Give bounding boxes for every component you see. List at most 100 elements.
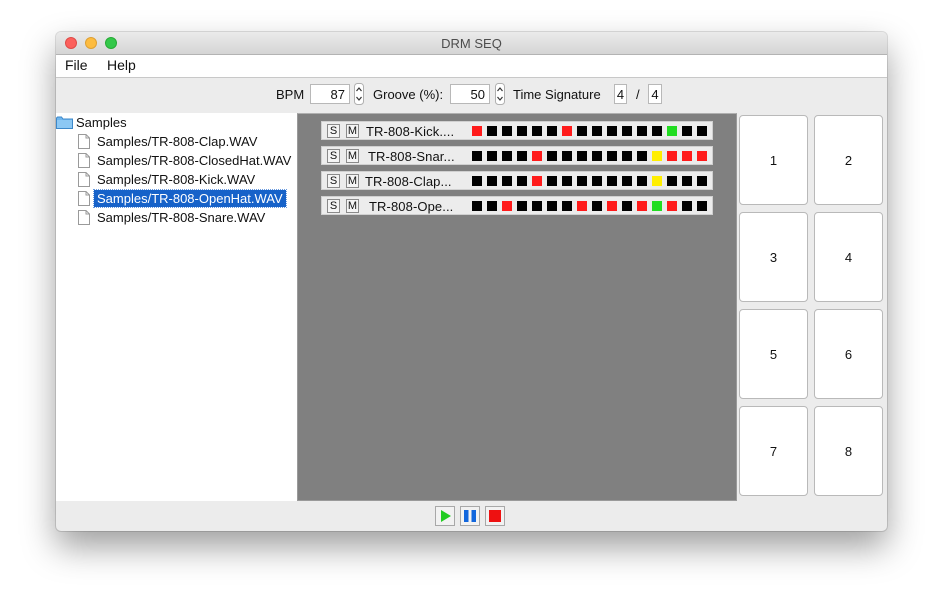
tree-root-samples[interactable]: Samples — [56, 114, 127, 131]
pause-button[interactable] — [460, 506, 480, 526]
step-cell[interactable] — [577, 176, 587, 186]
step-cell[interactable] — [577, 201, 587, 211]
file-icon — [78, 134, 90, 149]
mute-button[interactable]: M — [346, 124, 359, 138]
step-cell[interactable] — [487, 176, 497, 186]
solo-button[interactable]: S — [327, 199, 340, 213]
groove-spinner-icon[interactable] — [495, 83, 505, 105]
step-cell[interactable] — [577, 151, 587, 161]
step-cell[interactable] — [562, 176, 572, 186]
step-cell[interactable] — [532, 126, 542, 136]
mute-button[interactable]: M — [346, 174, 359, 188]
step-cell[interactable] — [637, 151, 647, 161]
step-cell[interactable] — [502, 176, 512, 186]
bpm-spinner-icon[interactable] — [354, 83, 364, 105]
solo-button[interactable]: S — [327, 124, 340, 138]
menu-help[interactable]: Help — [107, 57, 136, 73]
step-cell[interactable] — [577, 126, 587, 136]
step-cell[interactable] — [562, 201, 572, 211]
tree-item[interactable]: Samples/TR-808-Kick.WAV — [78, 171, 258, 188]
step-cell[interactable] — [532, 151, 542, 161]
bpm-input[interactable]: 87 — [310, 84, 350, 104]
drum-pad-8[interactable]: 8 — [814, 406, 883, 496]
step-cell[interactable] — [592, 151, 602, 161]
step-cell[interactable] — [622, 126, 632, 136]
step-cell[interactable] — [667, 176, 677, 186]
mute-button[interactable]: M — [346, 149, 359, 163]
step-cell[interactable] — [607, 201, 617, 211]
groove-input[interactable]: 50 — [450, 84, 490, 104]
step-cell[interactable] — [622, 201, 632, 211]
step-cell[interactable] — [472, 126, 482, 136]
step-cell[interactable] — [562, 151, 572, 161]
tree-item[interactable]: Samples/TR-808-Clap.WAV — [78, 133, 260, 150]
step-cell[interactable] — [517, 151, 527, 161]
step-cell[interactable] — [682, 126, 692, 136]
drum-pad-3[interactable]: 3 — [739, 212, 808, 302]
step-cell[interactable] — [637, 176, 647, 186]
step-cell[interactable] — [472, 151, 482, 161]
play-button[interactable] — [435, 506, 455, 526]
step-cell[interactable] — [547, 151, 557, 161]
drum-pad-4[interactable]: 4 — [814, 212, 883, 302]
step-cell[interactable] — [667, 126, 677, 136]
stop-button[interactable] — [485, 506, 505, 526]
step-cell[interactable] — [697, 201, 707, 211]
drum-pad-6[interactable]: 6 — [814, 309, 883, 399]
step-cell[interactable] — [532, 176, 542, 186]
step-cell[interactable] — [547, 201, 557, 211]
step-cell[interactable] — [622, 176, 632, 186]
step-cell[interactable] — [502, 126, 512, 136]
step-cell[interactable] — [682, 201, 692, 211]
step-cell[interactable] — [592, 176, 602, 186]
step-cell[interactable] — [697, 126, 707, 136]
step-cell[interactable] — [652, 151, 662, 161]
drum-pad-1[interactable]: 1 — [739, 115, 808, 205]
title-bar[interactable]: DRM SEQ — [56, 32, 887, 55]
step-cell[interactable] — [502, 151, 512, 161]
step-cell[interactable] — [517, 201, 527, 211]
step-cell[interactable] — [487, 126, 497, 136]
mute-button[interactable]: M — [346, 199, 359, 213]
time-signature-numerator-input[interactable]: 4 — [614, 84, 627, 104]
step-cell[interactable] — [517, 176, 527, 186]
tree-item[interactable]: Samples/TR-808-Snare.WAV — [78, 209, 268, 226]
menu-file[interactable]: File — [65, 57, 88, 73]
step-cell[interactable] — [592, 126, 602, 136]
drum-pad-7[interactable]: 7 — [739, 406, 808, 496]
tree-item[interactable]: Samples/TR-808-ClosedHat.WAV — [78, 152, 294, 169]
step-cell[interactable] — [487, 151, 497, 161]
step-cell[interactable] — [682, 176, 692, 186]
step-cell[interactable] — [622, 151, 632, 161]
step-cell[interactable] — [652, 126, 662, 136]
step-cell[interactable] — [667, 151, 677, 161]
solo-button[interactable]: S — [327, 174, 340, 188]
step-cell[interactable] — [532, 201, 542, 211]
solo-button[interactable]: S — [327, 149, 340, 163]
step-cell[interactable] — [562, 126, 572, 136]
step-cell[interactable] — [607, 176, 617, 186]
step-cell[interactable] — [697, 151, 707, 161]
step-cell[interactable] — [547, 126, 557, 136]
drum-pad-2[interactable]: 2 — [814, 115, 883, 205]
step-cell[interactable] — [637, 126, 647, 136]
time-signature-denominator-input[interactable]: 4 — [648, 84, 662, 104]
step-cell[interactable] — [607, 126, 617, 136]
step-cell[interactable] — [502, 201, 512, 211]
step-cell[interactable] — [682, 151, 692, 161]
step-cell[interactable] — [607, 151, 617, 161]
drum-pad-5[interactable]: 5 — [739, 309, 808, 399]
step-cell[interactable] — [592, 201, 602, 211]
step-cell[interactable] — [667, 201, 677, 211]
track-name: TR-808-Kick.... — [366, 124, 455, 139]
step-cell[interactable] — [697, 176, 707, 186]
step-cell[interactable] — [517, 126, 527, 136]
step-cell[interactable] — [652, 201, 662, 211]
step-cell[interactable] — [637, 201, 647, 211]
step-cell[interactable] — [547, 176, 557, 186]
step-cell[interactable] — [472, 201, 482, 211]
step-cell[interactable] — [487, 201, 497, 211]
step-cell[interactable] — [472, 176, 482, 186]
tree-item-selected[interactable]: Samples/TR-808-OpenHat.WAV — [78, 189, 287, 208]
step-cell[interactable] — [652, 176, 662, 186]
